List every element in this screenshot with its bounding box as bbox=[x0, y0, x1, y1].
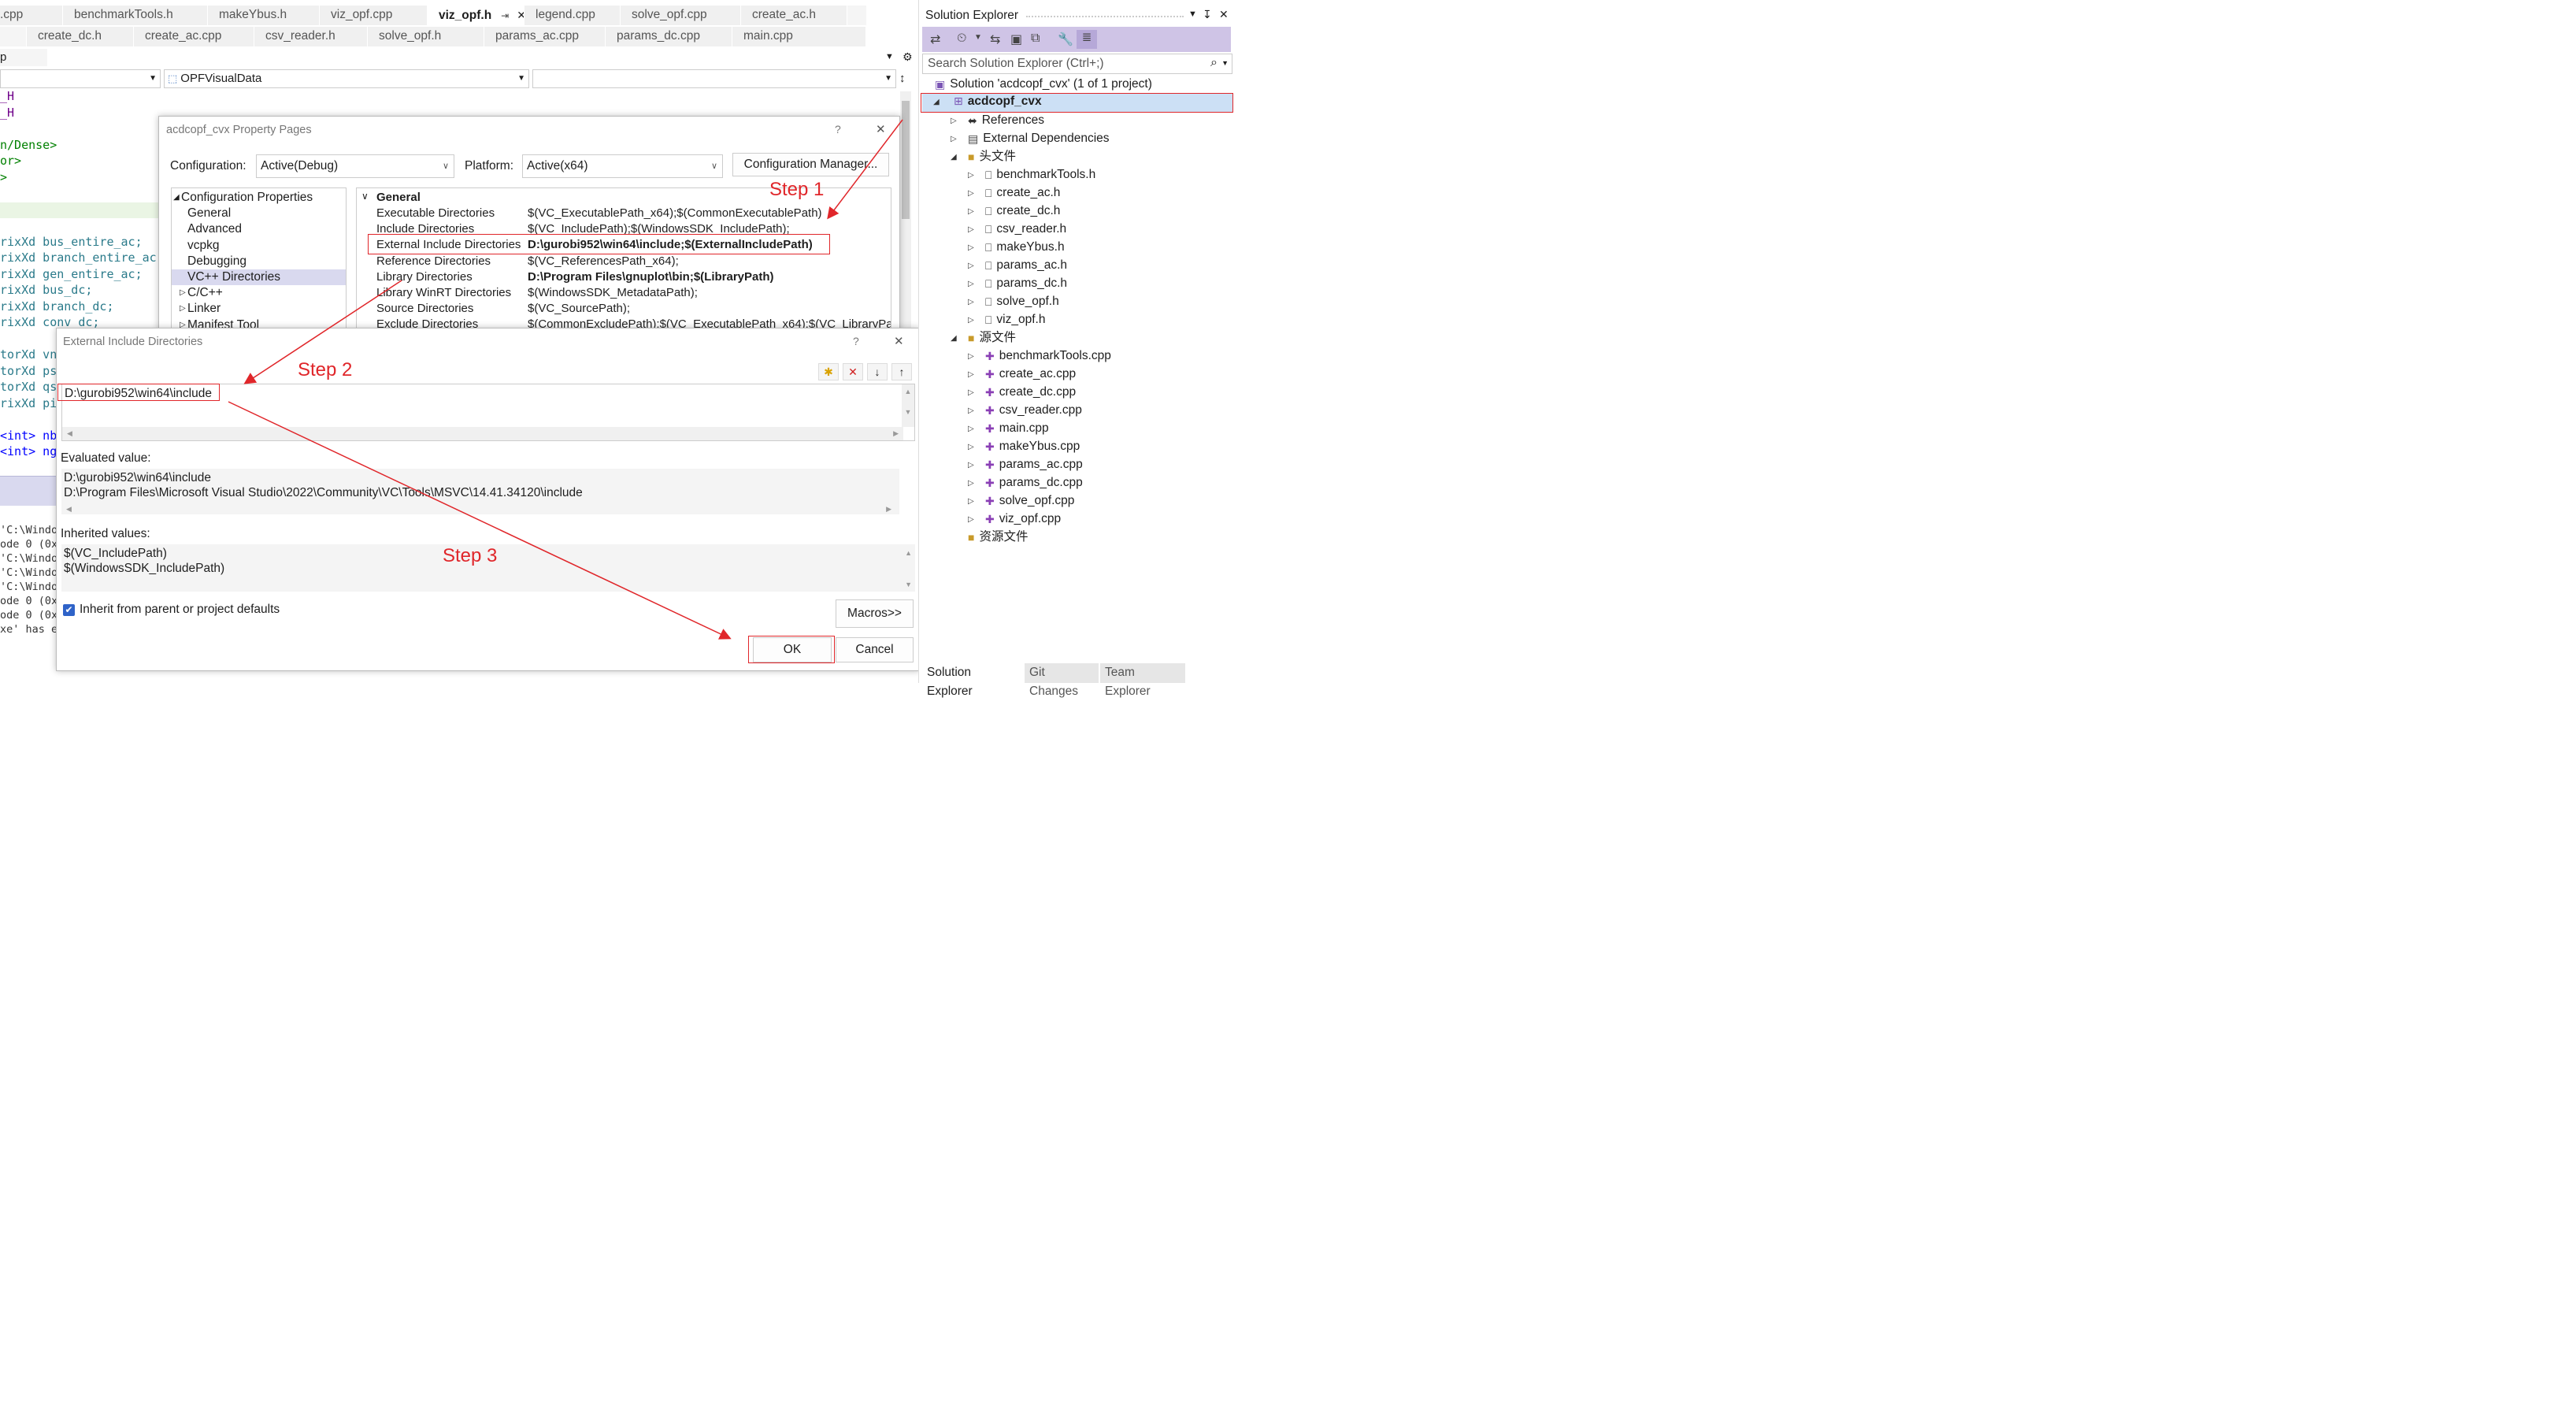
annotation-arrows bbox=[228, 119, 903, 640]
arrow-step2 bbox=[243, 280, 402, 384]
arrow-step3 bbox=[228, 401, 732, 640]
arrow-step1 bbox=[827, 119, 903, 220]
